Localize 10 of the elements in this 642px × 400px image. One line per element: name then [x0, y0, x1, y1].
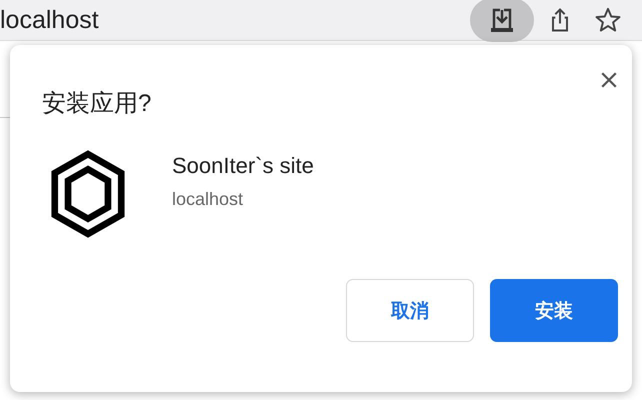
- address-text[interactable]: localhost: [0, 6, 99, 34]
- close-icon[interactable]: [600, 71, 618, 89]
- install-icon[interactable]: [470, 0, 534, 42]
- cancel-button[interactable]: 取消: [346, 279, 474, 342]
- app-origin: localhost: [172, 188, 244, 210]
- star-icon[interactable]: [594, 6, 622, 34]
- hexagon-logo-icon: [50, 149, 126, 239]
- install-button[interactable]: 安装: [490, 279, 618, 342]
- dialog-title: 安装应用?: [42, 89, 152, 119]
- app-name: SoonIter`s site: [172, 152, 314, 178]
